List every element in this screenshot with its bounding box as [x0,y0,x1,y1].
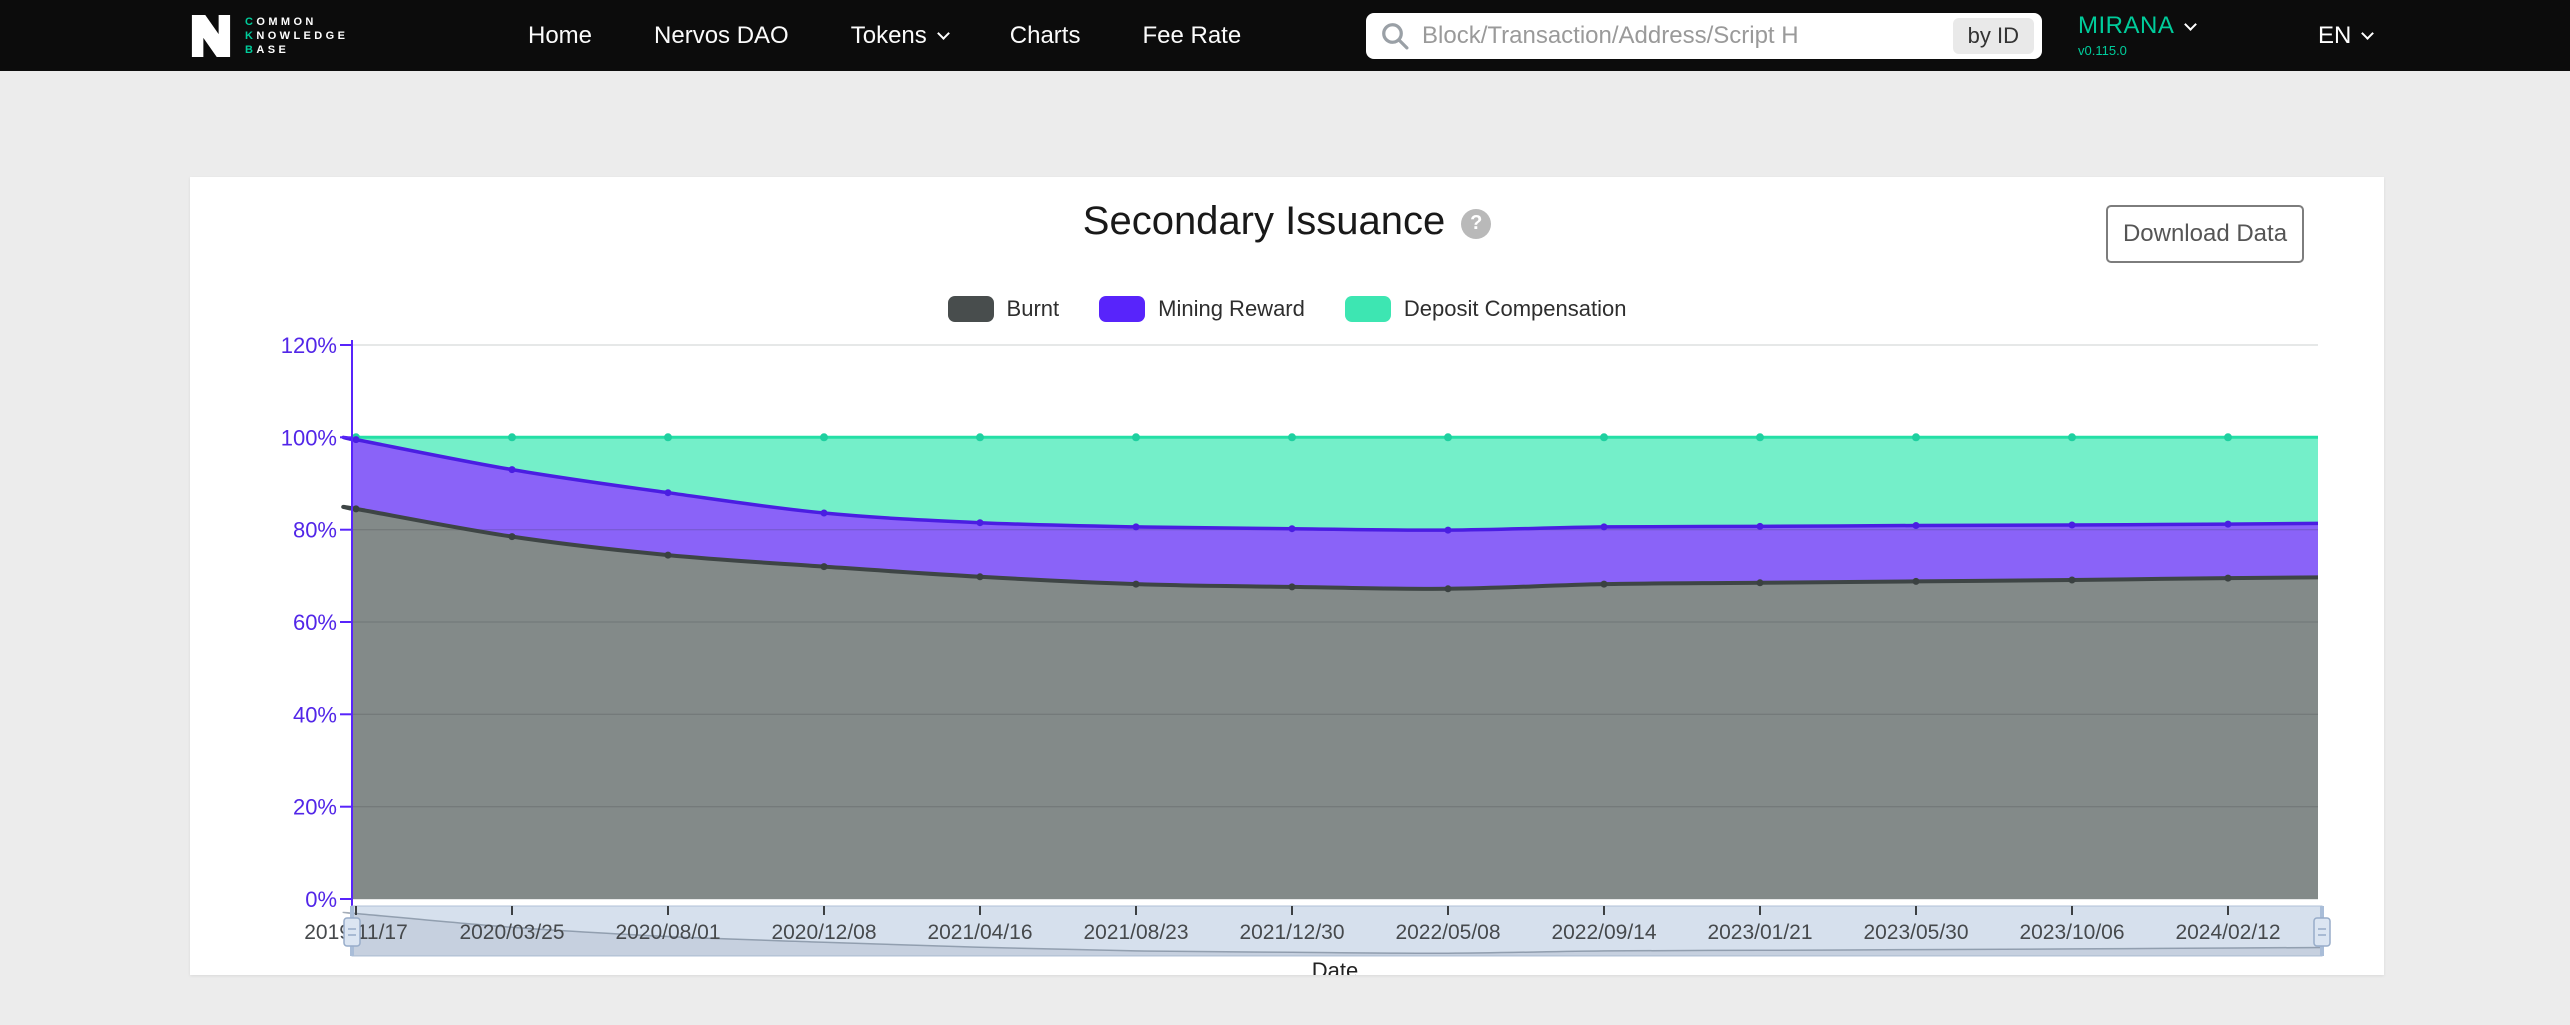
svg-text:40%: 40% [293,702,337,727]
language-switcher[interactable]: EN [2318,0,2372,71]
nav-item-home[interactable]: Home [528,22,592,50]
svg-text:2020/08/01: 2020/08/01 [615,921,720,944]
secondary-issuance-chart[interactable]: 0%20%40%60%80%100%120%2019/11/172020/03/… [190,177,2384,975]
chevron-down-icon [2184,18,2197,31]
nav-item-fee-rate[interactable]: Fee Rate [1142,22,1241,50]
y-axis: 0% 20% 40% 60% 80% 100% 120% [281,333,352,914]
network-version: v0.115.0 [2078,43,2195,58]
svg-text:2022/05/08: 2022/05/08 [1395,921,1500,944]
svg-text:2023/05/30: 2023/05/30 [1863,921,1968,944]
svg-text:2021/12/30: 2021/12/30 [1239,921,1344,944]
svg-text:60%: 60% [293,610,337,635]
nav-menu: Home Nervos DAO Tokens Charts Fee Rate [528,0,1241,71]
nervos-n-icon [190,13,232,59]
network-switcher[interactable]: MIRANA v0.115.0 [2078,12,2195,58]
svg-text:2023/10/06: 2023/10/06 [2019,921,2124,944]
svg-text:2020/12/08: 2020/12/08 [771,921,876,944]
svg-text:100%: 100% [281,425,337,450]
svg-text:80%: 80% [293,518,337,543]
ckb-logo[interactable]: COMMON KNOWLEDGE BASE [190,13,348,59]
search-box: by ID [1366,13,2042,59]
svg-text:2021/04/16: 2021/04/16 [927,921,1032,944]
search-icon [1380,21,1410,51]
svg-text:2022/09/14: 2022/09/14 [1551,921,1656,944]
nav-item-tokens[interactable]: Tokens [851,22,948,50]
chevron-down-icon [937,27,950,40]
nav-item-charts[interactable]: Charts [1010,22,1081,50]
chevron-down-icon [2361,27,2374,40]
logo-text: COMMON KNOWLEDGE BASE [245,15,348,57]
search-input[interactable] [1422,22,1953,50]
nav-item-nervos-dao[interactable]: Nervos DAO [654,22,789,50]
plot-area[interactable] [343,433,2318,899]
x-axis-title: Date [1312,958,1358,975]
svg-text:20%: 20% [293,795,337,820]
svg-text:2024/02/12: 2024/02/12 [2175,921,2280,944]
svg-text:2020/03/25: 2020/03/25 [459,921,564,944]
svg-text:2023/01/21: 2023/01/21 [1707,921,1812,944]
svg-text:2021/08/23: 2021/08/23 [1083,921,1188,944]
by-id-button[interactable]: by ID [1953,18,2034,54]
svg-text:120%: 120% [281,333,337,358]
nav-bar: COMMON KNOWLEDGE BASE Home Nervos DAO To… [0,0,2570,71]
svg-text:0%: 0% [305,887,337,912]
chart-card: Secondary Issuance ? Download Data Burnt… [190,177,2384,975]
